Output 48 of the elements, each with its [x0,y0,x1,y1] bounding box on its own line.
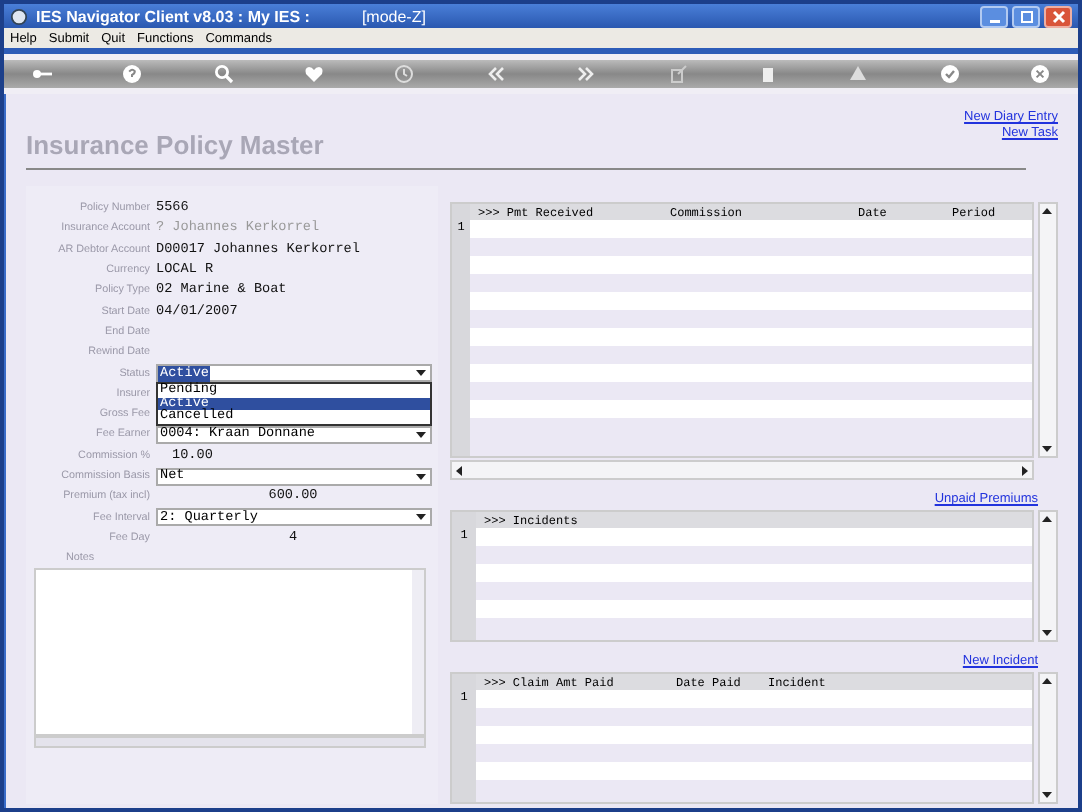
close-button[interactable] [1029,63,1050,84]
clock-button[interactable] [394,63,415,84]
forward-icon [576,63,597,84]
caret-icon [416,514,426,521]
caret-icon [416,473,426,479]
minimize-button[interactable] [980,5,1008,28]
window-title: IES Navigator Client v8.03 : My IES : [36,7,310,26]
maximize-button[interactable] [1012,5,1040,28]
notes-field[interactable] [34,568,426,737]
scrollbar[interactable] [1038,672,1058,804]
page-title: Insurance Policy Master [26,130,324,160]
check-icon [939,63,960,84]
export-icon [667,63,688,84]
scroll-up-icon [1040,204,1054,218]
scroll-left-icon [452,463,466,477]
search-icon [213,63,234,84]
help-button[interactable] [122,63,143,84]
scrollbar[interactable] [34,736,426,749]
back-icon [485,63,506,84]
help-icon [122,63,143,84]
delete-icon [757,63,778,84]
export-button[interactable] [667,63,688,84]
clock-icon [394,63,415,84]
heart-button[interactable] [304,63,325,84]
scroll-up-icon [1040,674,1054,688]
forward-button[interactable] [576,63,597,84]
check-button[interactable] [939,63,960,84]
scroll-down-icon [1040,442,1054,456]
close-button[interactable] [1044,5,1072,28]
close-icon [1051,9,1065,24]
scrollbar[interactable] [412,570,424,735]
scrollbar[interactable] [1038,510,1058,642]
app-icon [10,7,28,26]
back-button[interactable] [485,63,506,84]
maximize-icon [1019,9,1033,24]
search-button[interactable] [213,63,234,84]
caret-icon [416,431,426,438]
scroll-down-icon [1040,788,1054,802]
scroll-up-icon [1040,512,1054,526]
caret-icon [416,370,426,377]
mode-label: [mode-Z] [361,7,426,26]
scroll-right-icon [1018,463,1032,477]
scroll-down-icon [1040,626,1054,640]
scrollbar[interactable] [450,460,1034,480]
delete-button[interactable] [757,63,778,84]
close-icon [1029,63,1050,84]
scrollbar[interactable] [1038,202,1058,458]
heart-icon [304,63,325,84]
